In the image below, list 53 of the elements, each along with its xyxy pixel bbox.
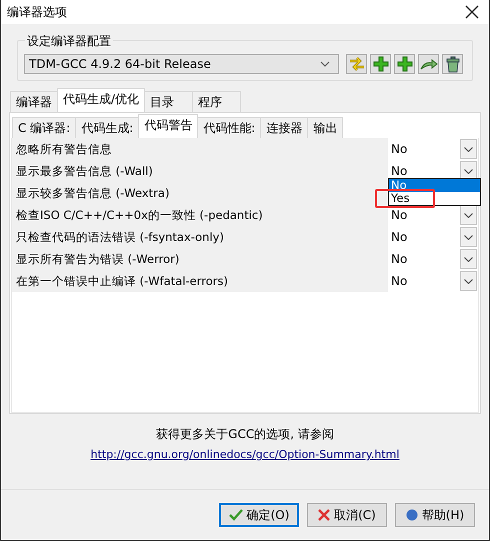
- rename-button[interactable]: [346, 54, 367, 74]
- dropdown-option[interactable]: Yes: [389, 192, 480, 205]
- option-label: 显示所有警告为错误 (-Werror): [12, 248, 388, 270]
- dropdown-button[interactable]: [460, 205, 477, 225]
- delete-button[interactable]: [442, 54, 463, 74]
- help-button[interactable]: 帮助(H): [395, 503, 475, 527]
- plus-icon: [396, 56, 412, 72]
- close-icon[interactable]: [465, 5, 479, 19]
- option-label: 忽略所有警告信息: [12, 138, 388, 160]
- chevron-down-icon: [320, 61, 330, 67]
- help-icon: [406, 509, 418, 521]
- dropdown-option[interactable]: No: [389, 179, 480, 192]
- tab[interactable]: 输出: [307, 117, 344, 138]
- tab[interactable]: 代码性能:: [197, 117, 262, 138]
- info-text: 获得更多关于GCC的选项, 请参阅: [155, 426, 335, 443]
- arrow-icon: [420, 57, 438, 71]
- option-value[interactable]: No: [388, 142, 460, 156]
- help-link[interactable]: http://gcc.gnu.org/onlinedocs/gcc/Option-Summary.html: [90, 448, 400, 461]
- option-label: 显示较多警告信息 (-Wextra): [12, 182, 388, 204]
- option-value[interactable]: No: [388, 208, 460, 222]
- ok-button[interactable]: 确定(O): [219, 503, 299, 527]
- option-label: 检查ISO C/C++/C++0x的一致性 (-pedantic): [12, 204, 388, 226]
- tab[interactable]: 代码生成:: [75, 117, 140, 138]
- chevron-down-icon: [464, 278, 473, 284]
- group-label: 设定编译器配置: [25, 33, 113, 50]
- chevron-down-icon: [464, 212, 473, 218]
- option-value[interactable]: No: [388, 252, 460, 266]
- cancel-button[interactable]: 取消(C): [307, 503, 387, 527]
- tab[interactable]: C 编译器:: [12, 117, 76, 138]
- swap-icon: [348, 56, 366, 72]
- chevron-down-icon: [464, 168, 473, 174]
- export-button[interactable]: [418, 54, 439, 74]
- chevron-down-icon: [464, 146, 473, 152]
- checkmark-icon: [228, 509, 243, 521]
- plus-icon: [372, 56, 388, 72]
- trash-icon: [446, 56, 460, 72]
- tab[interactable]: 编译器: [10, 91, 58, 112]
- option-label: 显示最多警告信息 (-Wall): [12, 160, 388, 182]
- compiler-dropdown[interactable]: TDM-GCC 4.9.2 64-bit Release: [24, 54, 339, 74]
- option-value[interactable]: No: [388, 164, 460, 178]
- cross-icon: [318, 509, 330, 521]
- chevron-down-icon: [464, 256, 473, 262]
- option-value[interactable]: No: [388, 274, 460, 288]
- tab[interactable]: 代码生成/优化: [57, 88, 146, 112]
- add-button[interactable]: [394, 54, 415, 74]
- option-label: 只检查代码的语法错误 (-fsyntax-only): [12, 226, 388, 248]
- tab[interactable]: 连接器: [260, 117, 308, 138]
- option-label: 在第一个错误中止编译 (-Wfatal-errors): [12, 270, 388, 292]
- chevron-down-icon: [464, 234, 473, 240]
- option-value[interactable]: No: [388, 230, 460, 244]
- window-title: 编译器选项: [7, 4, 67, 20]
- tab[interactable]: 程序: [192, 91, 242, 112]
- add-button[interactable]: [370, 54, 391, 74]
